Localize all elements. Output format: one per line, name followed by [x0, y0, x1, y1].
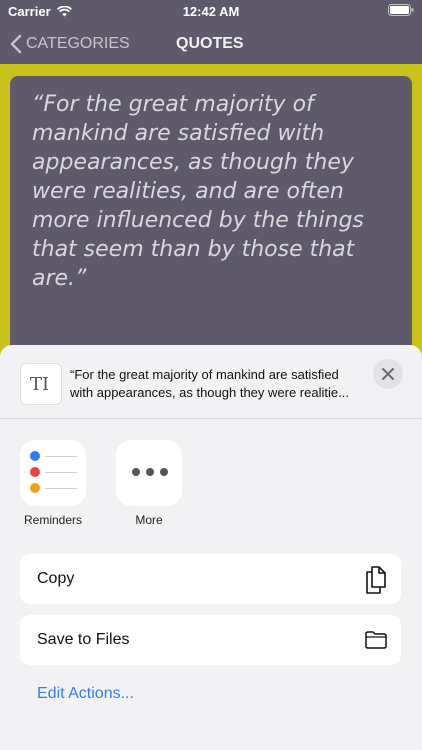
- quote-line: appearances, as though they: [32, 150, 354, 175]
- edit-actions-link[interactable]: Edit Actions...: [37, 685, 134, 703]
- copy-action[interactable]: Copy: [20, 554, 401, 604]
- quote-line: mankind are satisfied with: [32, 121, 325, 146]
- folder-icon: [365, 631, 387, 649]
- quote-line: were realities, and are often: [32, 179, 344, 204]
- share-sheet-header: TⅠ “For the great majority of mankind ar…: [0, 345, 422, 419]
- preview-line: “For the great majority of mankind are s…: [70, 367, 339, 382]
- quote-line: “For the great majority of: [32, 92, 314, 117]
- app-more[interactable]: More: [116, 440, 182, 527]
- save-to-files-label: Save to Files: [37, 631, 130, 648]
- close-icon: [382, 368, 394, 380]
- status-bar: Carrier 12:42 AM: [0, 0, 422, 22]
- quote-line: that seem than by those that: [32, 237, 355, 262]
- back-button[interactable]: CATEGORIES: [10, 34, 130, 54]
- quote-frame: “For the great majority of mankind are s…: [0, 64, 422, 384]
- quote-card[interactable]: “For the great majority of mankind are s…: [10, 76, 412, 376]
- chevron-left-icon: [10, 34, 22, 54]
- back-label: CATEGORIES: [26, 35, 130, 52]
- preview-line: with appearances, as though they were re…: [70, 385, 349, 400]
- text-document-icon: TⅠ: [30, 374, 50, 395]
- battery-icon: [388, 4, 414, 19]
- app-reminders[interactable]: Reminders: [20, 440, 86, 527]
- more-icon: [116, 440, 182, 506]
- app-label: Reminders: [23, 513, 83, 527]
- quote-line: more influenced by the things: [32, 208, 364, 233]
- copy-label: Copy: [37, 570, 75, 587]
- copy-icon: [366, 566, 386, 594]
- reminders-icon: [20, 440, 86, 506]
- text-preview-thumbnail: TⅠ: [20, 363, 62, 405]
- share-preview-text: “For the great majority of mankind are s…: [70, 366, 370, 402]
- quote-text: “For the great majority of mankind are s…: [32, 90, 392, 293]
- close-button[interactable]: [373, 359, 403, 389]
- save-to-files-action[interactable]: Save to Files: [20, 615, 401, 665]
- page-title: QUOTES: [176, 35, 244, 52]
- clock: 12:42 AM: [182, 4, 240, 19]
- app-label: More: [135, 513, 163, 527]
- share-sheet: TⅠ “For the great majority of mankind ar…: [0, 345, 422, 750]
- navigation-bar: CATEGORIES QUOTES: [0, 22, 422, 66]
- quote-line: are.”: [32, 266, 87, 291]
- share-apps-row: Reminders More: [0, 440, 422, 530]
